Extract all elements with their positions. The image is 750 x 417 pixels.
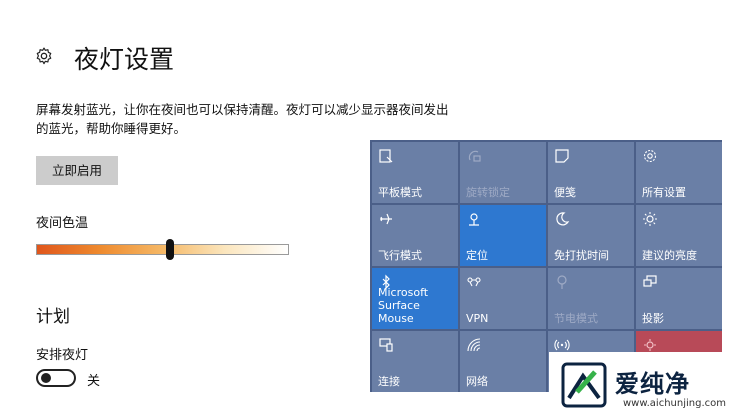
tile-label: 便笺	[554, 186, 576, 199]
tablet-mode-icon	[379, 149, 393, 163]
sun-icon	[643, 212, 657, 226]
vpn-icon	[467, 277, 481, 287]
moon-icon	[556, 212, 570, 226]
tile-label: 网络	[466, 375, 488, 388]
page-description: 屏幕发射蓝光，让你在夜间也可以保持清醒。夜灯可以减少显示器夜间发出的蓝光，帮助你…	[36, 102, 449, 136]
tile-battery-saver[interactable]: 节电模式	[548, 268, 634, 329]
tile-label: 飞行模式	[378, 249, 422, 262]
tile-label: Microsoft Surface Mouse	[378, 286, 429, 325]
tile-all-settings[interactable]: 所有设置	[636, 142, 722, 203]
tile-label: 投影	[642, 312, 664, 325]
tile-label: 免打扰时间	[554, 249, 609, 262]
airplane-icon	[380, 213, 392, 225]
tile-label: 节电模式	[554, 312, 598, 325]
schedule-label: 安排夜灯	[36, 348, 89, 363]
toggle-state-label: 关	[87, 374, 101, 389]
temperature-slider[interactable]	[36, 239, 289, 260]
gear-icon	[36, 47, 52, 65]
tile-airplane-mode[interactable]: 飞行模式	[372, 205, 458, 266]
rotation-lock-icon	[468, 150, 481, 162]
watermark-name: 爱纯净	[615, 370, 690, 398]
tile-quiet-hours[interactable]: 免打扰时间	[548, 205, 634, 266]
tile-label: 平板模式	[378, 186, 422, 199]
tile-rotation-lock[interactable]: 旋转锁定	[460, 142, 546, 203]
schedule-toggle[interactable]	[36, 369, 76, 387]
tile-tablet-mode[interactable]: 平板模式	[372, 142, 458, 203]
tile-label: VPN	[466, 312, 489, 325]
watermark-url: www.aichunjing.com	[623, 398, 726, 409]
battery-saver-icon	[557, 275, 567, 289]
hotspot-icon	[554, 339, 570, 351]
watermark-logo-icon	[561, 362, 607, 408]
temperature-label: 夜间色温	[36, 216, 89, 231]
note-icon	[555, 149, 569, 163]
tile-label: 定位	[466, 249, 488, 262]
tile-bluetooth-device[interactable]: Microsoft Surface Mouse	[372, 268, 458, 329]
tile-label: 连接	[378, 375, 400, 388]
watermark: 爱纯净 www.aichunjing.com	[549, 352, 750, 417]
connect-icon	[379, 338, 393, 352]
location-icon	[469, 213, 479, 226]
slider-thumb[interactable]	[166, 239, 175, 260]
plan-heading: 计划	[36, 307, 70, 327]
tile-note[interactable]: 便笺	[548, 142, 634, 203]
tile-project[interactable]: 投影	[636, 268, 722, 329]
tile-label: 建议的亮度	[642, 249, 697, 262]
tile-vpn[interactable]: VPN	[460, 268, 546, 329]
tile-brightness[interactable]: 建议的亮度	[636, 205, 722, 266]
tile-network[interactable]: 网络	[460, 331, 546, 392]
enable-now-button[interactable]: 立即启用	[36, 156, 118, 185]
network-icon	[467, 338, 481, 352]
toggle-knob	[41, 373, 51, 383]
gear-icon	[643, 149, 657, 163]
night-light-icon	[644, 339, 656, 351]
tile-location[interactable]: 定位	[460, 205, 546, 266]
tile-label: 旋转锁定	[466, 186, 510, 199]
tile-label: 所有设置	[642, 186, 686, 199]
project-icon	[643, 275, 657, 287]
tile-connect[interactable]: 连接	[372, 331, 458, 392]
page-title: 夜灯设置	[74, 45, 175, 74]
